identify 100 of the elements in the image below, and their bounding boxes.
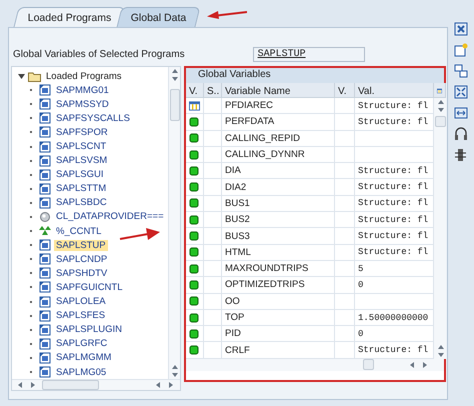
program-icon: [39, 84, 51, 96]
tree-item[interactable]: SAPFSYSCALLS: [54, 112, 132, 124]
folder-icon: [28, 70, 41, 82]
tree-item[interactable]: SAPLSTTM: [54, 183, 108, 194]
tab[interactable]: Global Data: [116, 7, 202, 27]
tree-item[interactable]: SAPLSGUI: [54, 169, 106, 180]
tree-item[interactable]: SAPLMG05: [54, 366, 108, 378]
table-cell: [335, 326, 355, 342]
program-icon: [39, 338, 51, 350]
program-icon: [39, 352, 51, 364]
table-cell: [335, 179, 355, 196]
table-cell: [335, 130, 355, 147]
tree-item[interactable]: SAPLOLEA: [54, 296, 108, 308]
tree-item[interactable]: SAPLSTUP: [54, 240, 108, 251]
program-field[interactable]: SAPLSTUP: [252, 46, 365, 62]
tree-item[interactable]: SAPMSSYD: [54, 98, 111, 110]
table-cell: [335, 98, 355, 114]
tree-item[interactable]: SAPMMG01: [54, 84, 111, 96]
status-icon: [189, 214, 199, 225]
program-icon: [39, 140, 51, 153]
status-icon: [189, 198, 199, 208]
expand-icon[interactable]: [454, 85, 468, 99]
table-cell: [335, 163, 355, 180]
table-cell: [335, 277, 355, 294]
fit-width-icon[interactable]: [454, 106, 468, 120]
table-cell: BUS2: [222, 212, 335, 228]
program-icon: [39, 267, 51, 280]
control-icon: [39, 225, 51, 238]
scroll-left-icon[interactable]: [154, 381, 163, 390]
scroll-thumb[interactable]: [434, 116, 446, 127]
table-cell: DIA: [222, 163, 335, 180]
tree-item[interactable]: SAPLSBDC: [54, 197, 109, 208]
scroll-thumb[interactable]: [170, 89, 180, 121]
expanded-icon[interactable]: [18, 72, 25, 80]
new-window-icon[interactable]: [454, 43, 468, 57]
table-cell: HTML: [222, 244, 335, 261]
tree-item[interactable]: SAPLGRFC: [54, 338, 110, 350]
program-icon: [39, 126, 51, 138]
column-header[interactable]: S..: [204, 83, 222, 98]
annotation-arrow: [206, 9, 247, 19]
scroll-thumb[interactable]: [42, 380, 99, 390]
table-cell: MAXROUNDTRIPS: [222, 260, 335, 278]
table-cell: BUS3: [222, 228, 335, 245]
tree-item[interactable]: Loaded Programs: [44, 70, 124, 82]
scroll-down-icon[interactable]: [436, 106, 444, 114]
headset-icon[interactable]: [454, 127, 468, 141]
scroll-left-icon[interactable]: [408, 360, 417, 369]
table-cell: CALLING_REPID: [222, 130, 335, 147]
table-cell: [335, 212, 355, 228]
tree-item[interactable]: SAPLMGMM: [54, 352, 114, 364]
tree-item[interactable]: CL_DATAPROVIDER===: [54, 211, 166, 222]
table-cell: OO: [222, 294, 335, 310]
column-header[interactable]: V.: [186, 83, 204, 98]
tree-item[interactable]: SAPLSPLUGIN: [54, 324, 124, 336]
status-icon: [189, 280, 199, 290]
table-cell: [335, 146, 355, 164]
program-icon: [39, 296, 51, 308]
tree-item[interactable]: %_CCNTL: [54, 226, 104, 237]
tree-item[interactable]: SAPFSPOR: [54, 126, 110, 138]
tree-item[interactable]: SAPLSVSM: [54, 155, 110, 166]
program-icon: [39, 168, 51, 181]
tree-item[interactable]: SAPSHDTV: [54, 268, 110, 279]
status-icon: [189, 328, 199, 339]
status-icon: [189, 150, 199, 160]
program-icon: [39, 154, 51, 167]
program-icon: [39, 112, 51, 124]
filter-icon[interactable]: [454, 148, 468, 162]
layout-icon[interactable]: [437, 86, 442, 96]
table-cell: [335, 244, 355, 261]
status-icon: [189, 231, 199, 242]
status-icon: [189, 166, 199, 176]
program-icon: [39, 310, 51, 322]
table-cell: OPTIMIZEDTRIPS: [222, 277, 335, 294]
tree-item[interactable]: SAPLSFES: [54, 310, 108, 322]
scroll-left-icon[interactable]: [16, 381, 25, 390]
tree-item[interactable]: SAPLSCNT: [54, 141, 108, 152]
status-icon: [189, 312, 199, 322]
scroll-thumb[interactable]: [363, 359, 374, 370]
circle-icon: [39, 210, 51, 223]
scroll-up-icon[interactable]: [170, 67, 179, 75]
table-title: Global Variables: [186, 68, 444, 83]
column-header[interactable]: V.: [335, 83, 355, 98]
column-header[interactable]: Variable Name: [222, 83, 335, 98]
status-icon: [189, 116, 199, 127]
table-cell: [335, 310, 355, 326]
windows-icon[interactable]: [454, 64, 468, 78]
table-cell: [335, 260, 355, 278]
program-icon: [39, 98, 51, 110]
close-icon[interactable]: [454, 22, 468, 36]
status-icon: [189, 296, 199, 306]
scroll-down-icon[interactable]: [170, 75, 179, 83]
tree-item[interactable]: SAPFGUICNTL: [54, 282, 125, 293]
table-cell: BUS1: [222, 196, 335, 212]
tree-item[interactable]: SAPLCNDP: [54, 254, 110, 265]
table-cell: [335, 294, 355, 310]
program-icon: [39, 324, 51, 336]
column-header[interactable]: Val.: [355, 83, 434, 98]
table-cell: CALLING_DYNNR: [222, 146, 335, 164]
table-cell: PFDIAREC: [222, 98, 335, 114]
program-icon: [39, 196, 51, 209]
